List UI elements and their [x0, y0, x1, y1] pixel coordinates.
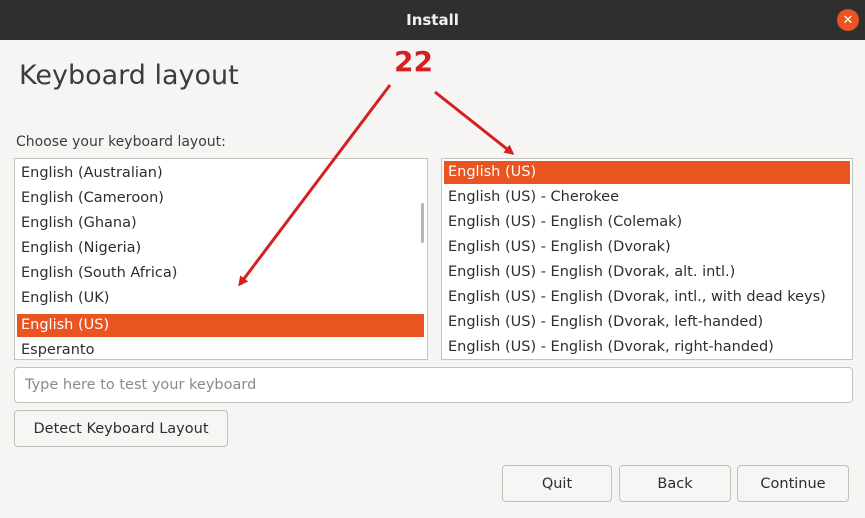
keyboard-layout-list[interactable]: English (Australian) English (Cameroon) …	[14, 158, 428, 360]
layout-prompt-label: Choose your keyboard layout:	[16, 134, 226, 150]
detect-keyboard-layout-button[interactable]: Detect Keyboard Layout	[14, 410, 228, 447]
window-titlebar: Install ✕	[0, 0, 865, 40]
variant-item[interactable]: English (US) - English (Dvorak)	[444, 236, 850, 259]
list-item-selected[interactable]: English (US)	[17, 314, 424, 337]
list-item[interactable]: English (Nigeria)	[17, 237, 425, 260]
list-item[interactable]: English (UK)	[17, 287, 425, 310]
variant-item-selected[interactable]: English (US)	[444, 161, 850, 184]
annotation-arrow-right	[434, 90, 515, 155]
variant-item[interactable]: English (US) - English (Dvorak, alt. int…	[444, 261, 850, 284]
keyboard-test-input[interactable]	[14, 367, 853, 403]
list-item[interactable]: Esperanto	[17, 339, 425, 359]
variant-item[interactable]: English (US) - English (Dvorak, left-han…	[444, 311, 850, 334]
continue-button[interactable]: Continue	[737, 465, 849, 502]
variant-item[interactable]: English (US) - Cherokee	[444, 186, 850, 209]
list-item[interactable]: English (Cameroon)	[17, 187, 425, 210]
list-item[interactable]: English (Australian)	[17, 162, 425, 185]
variant-item[interactable]: English (US) - English (Dvorak, right-ha…	[444, 336, 850, 359]
close-icon[interactable]: ✕	[837, 9, 859, 31]
list-item[interactable]: English (Ghana)	[17, 212, 425, 235]
quit-button[interactable]: Quit	[502, 465, 612, 502]
layout-list-scrollbar[interactable]	[421, 203, 424, 243]
annotation-step-number: 22	[394, 45, 433, 78]
page-title: Keyboard layout	[19, 60, 239, 91]
variant-item[interactable]: English (US) - English (Colemak)	[444, 211, 850, 234]
variant-item[interactable]: English (US) - English (Dvorak, intl., w…	[444, 286, 850, 309]
window-title: Install	[406, 11, 459, 29]
back-button[interactable]: Back	[619, 465, 731, 502]
list-item[interactable]: English (South Africa)	[17, 262, 425, 285]
keyboard-variant-list[interactable]: English (US) English (US) - Cherokee Eng…	[441, 158, 853, 360]
